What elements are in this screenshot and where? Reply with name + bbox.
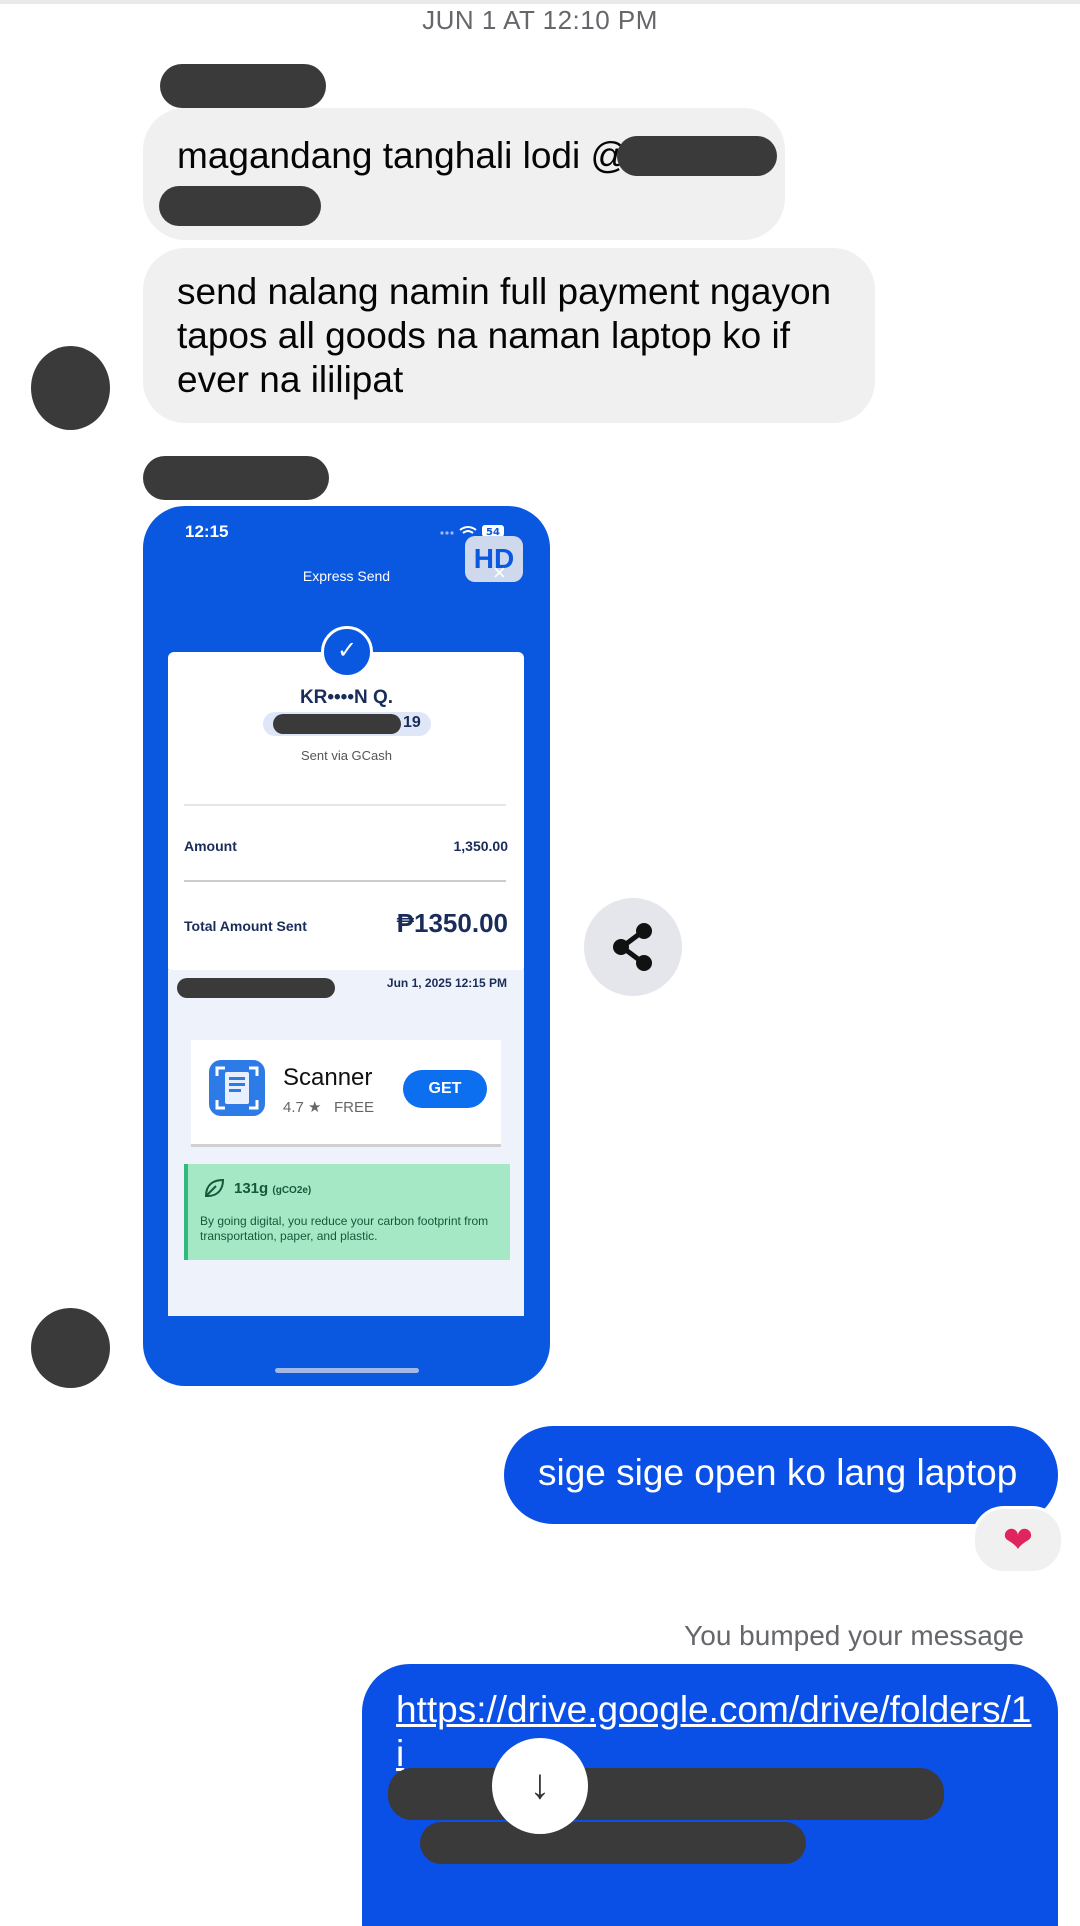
sender-name-redacted xyxy=(143,456,329,500)
app-meta: 4.7 ★ FREE xyxy=(283,1098,374,1116)
carbon-amount: 131g (gCO2e) xyxy=(234,1180,311,1197)
scanner-app-icon xyxy=(209,1060,265,1116)
get-button: GET xyxy=(403,1070,487,1108)
total-value: ₱1350.00 xyxy=(396,908,508,938)
message-text: send nalang namin full payment ngayon ta… xyxy=(177,271,832,400)
status-time: 12:15 xyxy=(185,522,229,541)
mention-redacted xyxy=(159,186,321,226)
app-rating: 4.7 ★ xyxy=(283,1099,322,1116)
screen-title: Express Send xyxy=(302,568,391,584)
transaction-timestamp: Jun 1, 2025 12:15 PM xyxy=(386,976,507,990)
share-icon xyxy=(613,923,652,971)
avatar[interactable] xyxy=(31,1308,110,1388)
account-tail: 19 xyxy=(403,714,421,731)
reference-redacted xyxy=(177,978,335,998)
message-text: magandang tanghali lodi @ xyxy=(177,135,629,176)
app-price: FREE xyxy=(333,1099,374,1116)
sender-name-redacted xyxy=(160,64,326,108)
recipient-name: KR••••N Q. xyxy=(299,687,394,708)
recipient-account: 19 xyxy=(263,712,431,736)
close-icon: × xyxy=(493,560,506,585)
divider xyxy=(184,804,506,806)
image-attachment[interactable]: 12:15 54 HD Express Send × ✓ KR••••N Q. … xyxy=(143,506,550,1386)
receipt-zigzag-edge xyxy=(168,1298,524,1316)
avatar[interactable] xyxy=(31,346,110,430)
share-button[interactable] xyxy=(584,898,682,996)
arrow-down-icon[interactable]: ↓ xyxy=(492,1738,588,1834)
outgoing-link-bubble[interactable]: https://drive.google.com/drive/folders/1… xyxy=(362,1664,1058,1926)
date-header: JUN 1 AT 12:10 PM xyxy=(422,5,658,35)
drive-link[interactable]: https://drive.google.com/drive/folders/1… xyxy=(396,1688,1036,1776)
eco-banner: 131g (gCO2e) By going digital, you reduc… xyxy=(184,1164,510,1260)
message-text: sige sige open ko lang laptop xyxy=(538,1452,1018,1493)
incoming-message-bubble[interactable]: magandang tanghali lodi @ xyxy=(143,108,785,240)
link-redacted xyxy=(388,1768,944,1820)
total-label: Total Amount Sent xyxy=(184,918,307,934)
incoming-message-bubble[interactable]: send nalang namin full payment ngayon ta… xyxy=(143,248,875,423)
divider xyxy=(184,880,506,882)
eco-description: By going digital, you reduce your carbon… xyxy=(200,1214,489,1243)
check-icon: ✓ xyxy=(321,626,373,678)
home-indicator xyxy=(275,1368,419,1373)
link-redacted xyxy=(420,1822,806,1864)
ad-card: Scanner 4.7 ★ FREE GET xyxy=(191,1040,501,1147)
outgoing-message-bubble[interactable]: sige sige open ko lang laptop xyxy=(504,1426,1058,1524)
top-edge xyxy=(0,0,1080,4)
amount-value: 1,350.00 xyxy=(453,838,509,854)
app-name: Scanner xyxy=(283,1064,373,1091)
sent-via-label: Sent via GCash xyxy=(300,748,393,763)
mention-redacted xyxy=(617,136,777,176)
bump-notice: You bumped your message xyxy=(684,1620,1024,1651)
amount-label: Amount xyxy=(184,838,237,854)
heart-icon[interactable]: ❤ xyxy=(972,1506,1064,1574)
account-redacted xyxy=(273,714,401,734)
carbon-amount-value: 131g xyxy=(234,1180,269,1197)
leaf-icon xyxy=(204,1178,225,1197)
carbon-unit: (gCO2e) xyxy=(272,1185,312,1196)
